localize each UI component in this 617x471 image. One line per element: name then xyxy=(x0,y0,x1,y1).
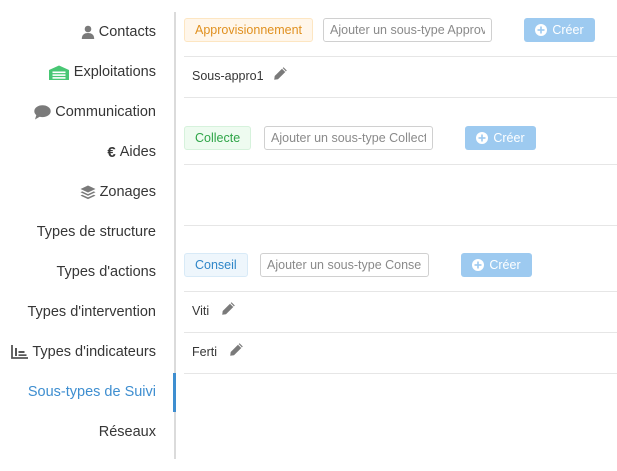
list-item: Sous-appro1 xyxy=(184,57,617,98)
group-tag: Conseil xyxy=(184,253,248,277)
group-header-conseil: Conseil Créer xyxy=(184,226,617,292)
empty-list xyxy=(184,165,617,226)
pencil-icon[interactable] xyxy=(273,66,288,86)
pencil-icon[interactable] xyxy=(221,301,236,321)
sidebar-item-label: Exploitations xyxy=(73,64,156,80)
pencil-icon[interactable] xyxy=(229,342,244,362)
sidebar-item-aides[interactable]: € Aides xyxy=(107,132,156,172)
barn-icon xyxy=(48,65,70,80)
comment-icon xyxy=(34,104,51,120)
sidebar-item-label: Aides xyxy=(119,144,156,160)
sidebar-item-types-structure[interactable]: Types de structure xyxy=(37,212,156,252)
sidebar-item-types-intervention[interactable]: Types d'intervention xyxy=(27,292,156,332)
sidebar-item-zonages[interactable]: Zonages xyxy=(80,172,156,212)
group-tag: Approvisionnement xyxy=(184,18,314,42)
create-button[interactable]: Créer xyxy=(465,126,536,150)
sidebar-item-communication[interactable]: Communication xyxy=(34,92,156,132)
sidebar-item-label: Types d'indicateurs xyxy=(32,344,156,360)
sidebar-item-types-actions[interactable]: Types d'actions xyxy=(57,252,157,292)
main-content: Approvisionnement Créer Sous-appro1 Coll… xyxy=(184,0,617,471)
subtype-label: Ferti xyxy=(192,345,217,359)
plus-circle-icon xyxy=(535,24,548,36)
sidebar: Contacts Exploitations Communication € A… xyxy=(0,0,176,471)
sidebar-item-sous-types-suivi[interactable]: Sous-types de Suivi xyxy=(28,372,156,412)
create-button-label: Créer xyxy=(493,131,525,145)
sidebar-item-label: Sous-types de Suivi xyxy=(27,384,156,400)
sidebar-item-label: Types d'intervention xyxy=(27,304,156,320)
euro-icon: € xyxy=(107,143,116,161)
sidebar-item-reseaux[interactable]: Réseaux xyxy=(99,412,156,452)
create-button[interactable]: Créer xyxy=(524,18,595,42)
plus-circle-icon xyxy=(472,259,485,271)
subtype-input[interactable] xyxy=(323,18,492,42)
sidebar-item-label: Types d'actions xyxy=(56,264,157,280)
subtype-input[interactable] xyxy=(264,126,433,150)
sidebar-item-label: Contacts xyxy=(98,24,156,40)
group-tag: Collecte xyxy=(184,126,252,150)
active-indicator xyxy=(173,373,176,412)
list-item: Ferti xyxy=(184,333,617,374)
subtype-input[interactable] xyxy=(260,253,429,277)
group-header-approvisionnement: Approvisionnement Créer xyxy=(184,0,617,57)
create-button-label: Créer xyxy=(489,258,521,272)
sidebar-item-label: Zonages xyxy=(99,184,156,200)
sidebar-item-label: Types de structure xyxy=(36,224,156,240)
chart-icon xyxy=(11,345,29,359)
group-header-collecte: Collecte Créer xyxy=(184,98,617,165)
plus-circle-icon xyxy=(476,132,489,144)
list-item: Viti xyxy=(184,292,617,333)
create-button-label: Créer xyxy=(552,23,584,37)
create-button[interactable]: Créer xyxy=(461,253,532,277)
layers-icon xyxy=(80,185,96,200)
sidebar-item-label: Réseaux xyxy=(98,424,156,440)
subtype-label: Sous-appro1 xyxy=(192,69,264,83)
user-icon xyxy=(81,25,95,39)
sidebar-item-label: Communication xyxy=(55,104,156,120)
sidebar-item-contacts[interactable]: Contacts xyxy=(81,12,156,52)
sidebar-item-exploitations[interactable]: Exploitations xyxy=(48,52,156,92)
sidebar-item-types-indicateurs[interactable]: Types d'indicateurs xyxy=(11,332,156,372)
subtype-label: Viti xyxy=(192,304,210,318)
